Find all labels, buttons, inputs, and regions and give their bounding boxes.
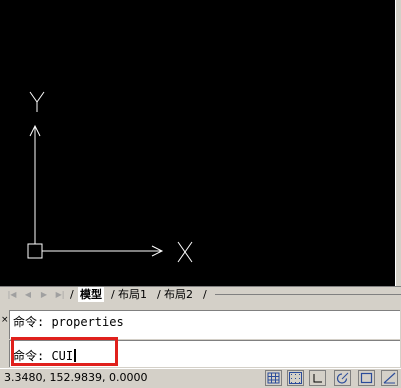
drawing-canvas[interactable]: X Y	[0, 0, 395, 286]
coordinate-readout: 3.3480, 152.9839, 0.0000	[4, 371, 148, 384]
osnap-icon	[360, 372, 373, 384]
prev-tab-icon[interactable]: ◀	[22, 289, 34, 300]
close-icon[interactable]: ×	[1, 316, 9, 325]
ortho-button[interactable]	[309, 370, 326, 386]
tab-separator: /	[157, 288, 161, 301]
first-tab-icon[interactable]: |◀	[6, 289, 18, 300]
grid-icon	[289, 372, 302, 384]
vertical-scrollbar[interactable]	[395, 0, 401, 286]
horizontal-scrollbar[interactable]	[215, 294, 401, 295]
tab-separator: /	[111, 288, 115, 301]
ortho-icon	[313, 374, 322, 383]
next-tab-icon[interactable]: ▶	[38, 289, 50, 300]
osnap-button[interactable]	[358, 370, 375, 386]
tab-separator: /	[70, 288, 74, 301]
polar-button[interactable]	[334, 370, 351, 386]
polar-icon	[336, 372, 349, 384]
layout-tab-bar: |◀ ◀ ▶ ▶| / 模型 / 布局1 / 布局2 /	[0, 286, 401, 303]
command-history-line: 命令: properties	[13, 315, 124, 329]
last-tab-icon[interactable]: ▶|	[54, 289, 66, 300]
snap-icon	[267, 372, 280, 384]
grid-button[interactable]	[287, 370, 304, 386]
tab-layout2[interactable]: 布局2	[164, 287, 193, 302]
snap-button[interactable]	[265, 370, 282, 386]
status-bar: 3.3480, 152.9839, 0.0000	[0, 368, 401, 388]
ucs-icon	[27, 91, 193, 263]
command-history[interactable]: 命令: properties	[9, 310, 400, 339]
tab-layout1[interactable]: 布局1	[118, 287, 147, 302]
tab-model[interactable]: 模型	[78, 287, 104, 302]
command-window-grip[interactable]: ×	[0, 308, 9, 368]
otrack-icon	[383, 372, 396, 384]
otrack-button[interactable]	[381, 370, 398, 386]
tab-separator: /	[203, 288, 207, 301]
highlight-annotation	[11, 337, 118, 366]
